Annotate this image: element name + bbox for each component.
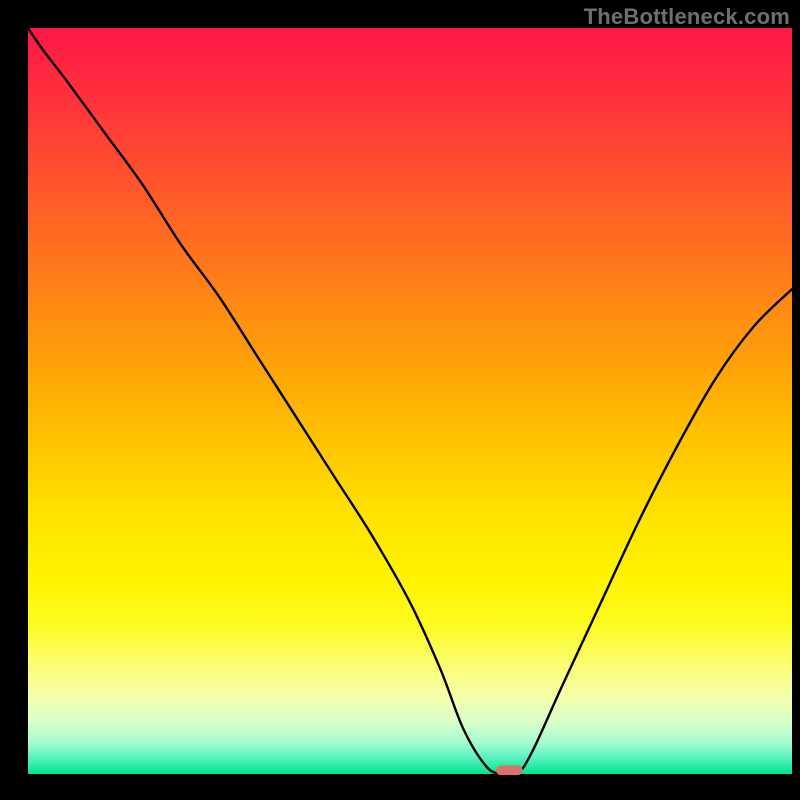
chart-container: TheBottleneck.com — [0, 0, 800, 800]
chart-plot-bg — [28, 28, 792, 774]
bottleneck-chart — [0, 0, 800, 800]
watermark-text: TheBottleneck.com — [584, 4, 790, 30]
optimal-marker — [496, 765, 523, 775]
